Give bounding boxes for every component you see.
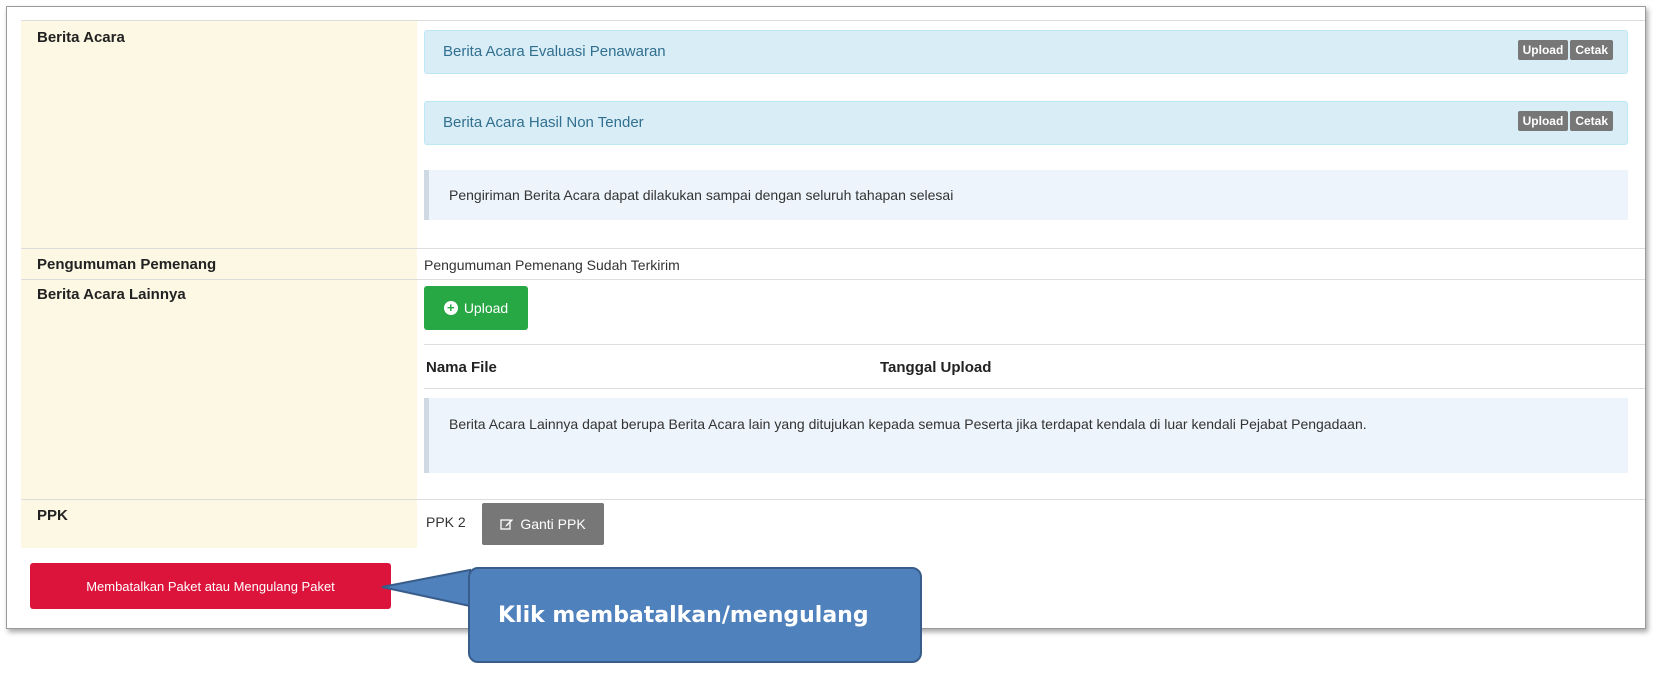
button-label: Ganti PPK — [520, 516, 586, 532]
callout-arrow — [381, 568, 471, 608]
row-label-berita-acara: Berita Acara — [21, 21, 417, 248]
info-note-berita-acara: Pengiriman Berita Acara dapat dilakukan … — [424, 170, 1628, 220]
panel-title[interactable]: Berita Acara Hasil Non Tender — [443, 114, 644, 131]
button-label: Membatalkan Paket atau Mengulang Paket — [86, 578, 335, 594]
button-label: Upload — [463, 300, 509, 316]
change-ppk-button[interactable]: Ganti PPK — [482, 503, 604, 545]
callout-text: Klik membatalkan/mengulang — [498, 603, 869, 628]
column-header-tanggal-upload: Tanggal Upload — [880, 359, 992, 376]
panel-actions: Upload Cetak — [1517, 111, 1613, 131]
label-text: Berita Acara Lainnya — [37, 286, 186, 303]
page-frame: Berita Acara Berita Acara Evaluasi Penaw… — [6, 6, 1646, 629]
panel-hasil-non-tender: Berita Acara Hasil Non Tender Upload Cet… — [424, 101, 1628, 145]
cancel-repeat-package-button[interactable]: Membatalkan Paket atau Mengulang Paket — [30, 563, 391, 609]
upload-button[interactable]: Upload — [1517, 40, 1569, 60]
callout-annotation: Klik membatalkan/mengulang — [468, 567, 922, 663]
table-divider — [424, 344, 1645, 345]
label-text: Pengumuman Pemenang — [37, 256, 217, 273]
label-text: Berita Acara — [37, 29, 125, 46]
row-label-ppk: PPK — [21, 500, 417, 548]
label-text: PPK — [37, 507, 68, 524]
column-header-nama-file: Nama File — [426, 359, 497, 376]
row-label-berita-lainnya: Berita Acara Lainnya — [21, 280, 417, 499]
pengumuman-status: Pengumuman Pemenang Sudah Terkirim — [424, 257, 680, 273]
upload-other-button[interactable]: + Upload — [424, 286, 528, 330]
panel-actions: Upload Cetak — [1517, 40, 1613, 60]
info-note-berita-lainnya: Berita Acara Lainnya dapat berupa Berita… — [424, 398, 1628, 473]
panel-title[interactable]: Berita Acara Evaluasi Penawaran — [443, 43, 666, 60]
upload-button[interactable]: Upload — [1517, 111, 1569, 131]
row-label-pengumuman: Pengumuman Pemenang — [21, 249, 417, 279]
edit-icon — [500, 519, 514, 530]
note-text: Berita Acara Lainnya dapat berupa Berita… — [449, 416, 1367, 432]
print-button[interactable]: Cetak — [1570, 40, 1613, 60]
plus-circle-icon: + — [443, 301, 458, 315]
ppk-value: PPK 2 — [426, 514, 466, 530]
note-text: Pengiriman Berita Acara dapat dilakukan … — [449, 187, 954, 203]
table-divider — [424, 388, 1645, 389]
panel-evaluasi-penawaran: Berita Acara Evaluasi Penawaran Upload C… — [424, 30, 1628, 74]
print-button[interactable]: Cetak — [1570, 111, 1613, 131]
